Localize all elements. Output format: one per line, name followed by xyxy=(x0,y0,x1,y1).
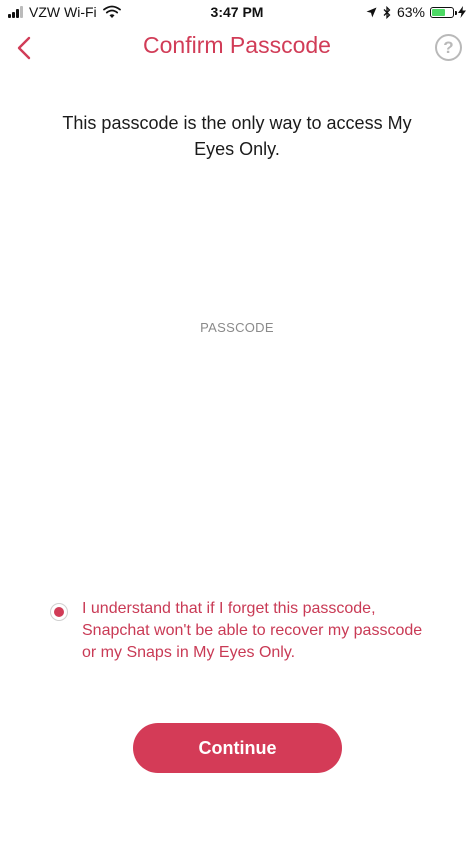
nav-bar: Confirm Passcode ? xyxy=(0,26,474,70)
location-icon xyxy=(366,7,377,17)
battery-icon xyxy=(430,6,457,18)
status-right: 63% xyxy=(366,4,466,20)
continue-button[interactable]: Continue xyxy=(133,723,342,773)
passcode-input[interactable] xyxy=(137,340,341,382)
bluetooth-icon xyxy=(383,5,391,19)
help-icon: ? xyxy=(443,38,454,57)
passcode-label: PASSCODE xyxy=(200,320,274,335)
agreement-text: I understand that if I forget this passc… xyxy=(82,600,423,661)
help-button[interactable]: ? xyxy=(435,34,462,61)
battery-fill xyxy=(432,8,445,16)
status-bar: VZW Wi-Fi 3:47 PM 63% xyxy=(0,0,474,24)
agreement-radio[interactable] xyxy=(50,603,68,621)
page-title: Confirm Passcode xyxy=(143,32,331,58)
battery-tip xyxy=(455,10,457,15)
battery-percent: 63% xyxy=(396,4,425,20)
charging-bolt-icon xyxy=(458,6,466,18)
agreement-checkbox-row[interactable]: I understand that if I forget this passc… xyxy=(50,598,440,664)
description-text: This passcode is the only way to access … xyxy=(62,113,412,159)
agreement-radio-dot xyxy=(54,607,64,617)
